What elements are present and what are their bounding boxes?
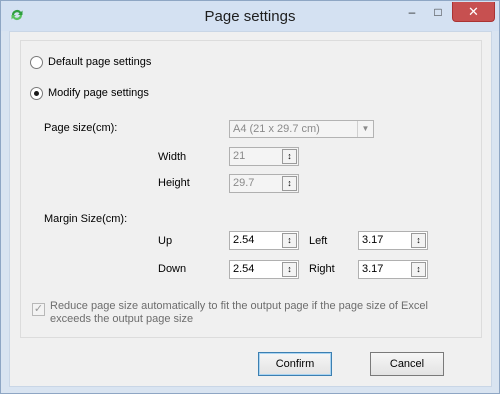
margin-right-label: Right	[309, 263, 335, 275]
margin-up-label: Up	[158, 235, 173, 247]
close-button[interactable]: ✕	[452, 2, 495, 22]
width-value: 21	[233, 150, 246, 162]
default-settings-label[interactable]: Default page settings	[48, 56, 151, 68]
height-label: Height	[158, 177, 190, 189]
spin-arrows-icon[interactable]: ↕	[282, 262, 297, 277]
minimize-button[interactable]: ‒	[399, 2, 425, 22]
margin-down-label: Down	[158, 263, 187, 275]
title-bar: Page settings ‒ □ ✕	[1, 1, 499, 31]
margin-right-field[interactable]: 3.17 ↕	[358, 260, 428, 279]
margin-size-label: Margin Size(cm):	[44, 213, 128, 225]
margin-left-value: 3.17	[362, 234, 384, 246]
width-field[interactable]: 21 ↕	[229, 147, 299, 166]
spin-arrows-icon[interactable]: ↕	[411, 233, 426, 248]
margin-left-field[interactable]: 3.17 ↕	[358, 231, 428, 250]
spin-arrows-icon[interactable]: ↕	[282, 149, 297, 164]
page-size-label: Page size(cm):	[44, 122, 118, 134]
settings-group: Default page settings Modify page settin…	[20, 40, 482, 338]
page-size-value: A4 (21 x 29.7 cm)	[233, 123, 320, 135]
margin-left-label: Left	[309, 235, 328, 247]
margin-right-value: 3.17	[362, 263, 384, 275]
confirm-button[interactable]: Confirm	[258, 352, 332, 376]
chevron-down-icon[interactable]: ▼	[357, 121, 373, 137]
auto-reduce-label[interactable]: Reduce page size automatically to fit th…	[50, 300, 470, 326]
modify-settings-label[interactable]: Modify page settings	[48, 87, 149, 99]
cancel-button[interactable]: Cancel	[370, 352, 444, 376]
page-size-select[interactable]: A4 (21 x 29.7 cm) ▼	[229, 120, 374, 138]
maximize-button[interactable]: □	[425, 2, 451, 22]
margin-down-field[interactable]: 2.54 ↕	[229, 260, 299, 279]
margin-down-value: 2.54	[233, 263, 255, 275]
spin-arrows-icon[interactable]: ↕	[282, 176, 297, 191]
default-settings-radio[interactable]	[30, 56, 43, 69]
height-field[interactable]: 29.7 ↕	[229, 174, 299, 193]
margin-up-field[interactable]: 2.54 ↕	[229, 231, 299, 250]
spin-arrows-icon[interactable]: ↕	[411, 262, 426, 277]
auto-reduce-checkbox[interactable]: ✓	[32, 303, 45, 316]
width-label: Width	[158, 151, 187, 163]
height-value: 29.7	[233, 177, 255, 189]
margin-up-value: 2.54	[233, 234, 255, 246]
page-settings-window: Page settings ‒ □ ✕ Default page setting…	[0, 0, 500, 394]
modify-settings-radio[interactable]	[30, 87, 43, 100]
spin-arrows-icon[interactable]: ↕	[282, 233, 297, 248]
dialog-body: Default page settings Modify page settin…	[9, 31, 492, 387]
